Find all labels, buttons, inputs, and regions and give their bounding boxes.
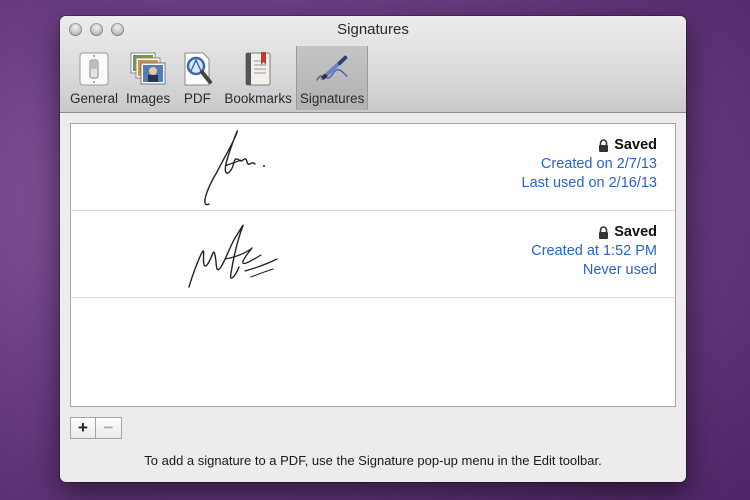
signature-image (204, 130, 265, 206)
add-signature-button[interactable]: + (70, 417, 96, 439)
tab-label: Images (126, 91, 171, 106)
signature-row[interactable]: Saved Created at 1:52 PM Never used (71, 211, 675, 298)
signature-row[interactable]: Saved Created on 2/7/13 Last used on 2/1… (71, 124, 675, 211)
signatures-preferences-window: Signatures General Images PDF Bookmarks … (60, 16, 686, 482)
bookmark-book-icon (239, 50, 277, 88)
signature-details: Saved Created on 2/7/13 Last used on 2/1… (522, 136, 657, 193)
lock-icon (599, 226, 609, 239)
tab-pdf[interactable]: PDF (174, 46, 220, 110)
titlebar: Signatures General Images PDF Bookmarks … (60, 16, 686, 113)
list-edit-buttons: + − (70, 417, 122, 439)
signature-image (188, 224, 278, 288)
status-label: Saved (614, 224, 657, 240)
tab-general[interactable]: General (66, 46, 122, 110)
signature-pen-icon (313, 50, 351, 88)
window-title: Signatures (337, 21, 409, 38)
lock-icon (599, 139, 609, 152)
remove-signature-button[interactable]: − (96, 417, 122, 439)
signature-list: Saved Created on 2/7/13 Last used on 2/1… (70, 123, 676, 407)
tab-bookmarks[interactable]: Bookmarks (220, 46, 296, 110)
usage-status: Never used (582, 262, 657, 278)
saved-status: Saved (531, 223, 657, 242)
photos-icon (129, 50, 167, 88)
preferences-toolbar: General Images PDF Bookmarks Signatures (66, 46, 369, 110)
tab-label: Signatures (299, 91, 365, 106)
status-label: Saved (614, 137, 657, 153)
tab-images[interactable]: Images (122, 46, 174, 110)
help-text: To add a signature to a PDF, use the Sig… (144, 453, 602, 468)
tab-label: PDF (183, 91, 211, 106)
last-used-date: Last used on 2/16/13 (521, 175, 657, 191)
signature-details: Saved Created at 1:52 PM Never used (531, 223, 657, 280)
tab-label: Bookmarks (224, 91, 292, 106)
saved-status: Saved (522, 136, 657, 155)
created-time: Created at 1:52 PM (531, 243, 657, 259)
tab-label: General (70, 91, 119, 106)
pdf-magnifier-icon (178, 50, 216, 88)
created-date: Created on 2/7/13 (540, 156, 657, 172)
tab-signatures[interactable]: Signatures (295, 46, 369, 110)
light-switch-icon (75, 50, 113, 88)
